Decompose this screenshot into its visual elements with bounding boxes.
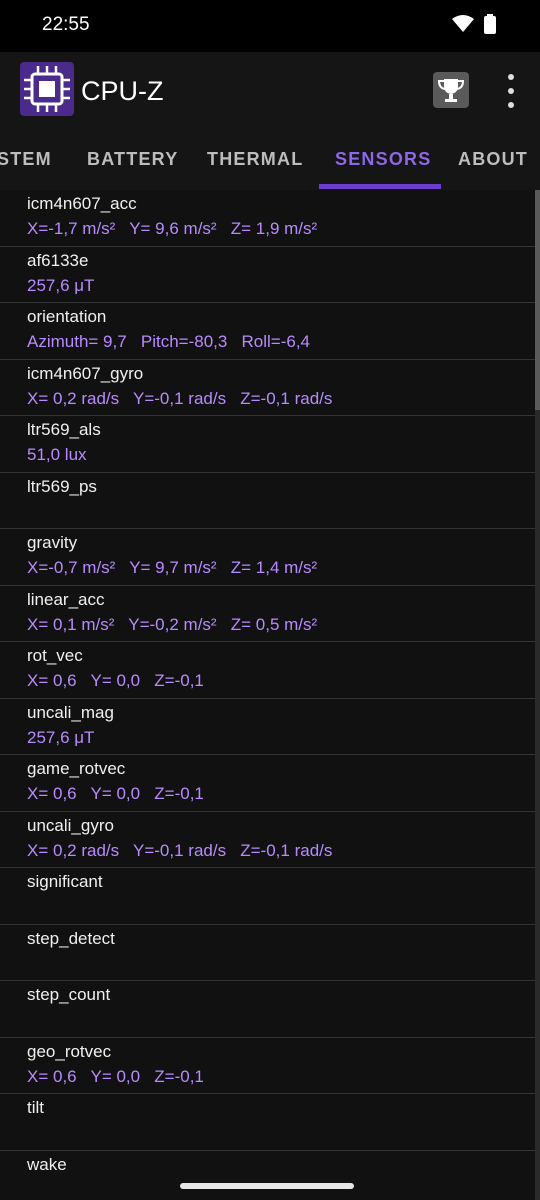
sensor-row: linear_acc X= 0,1 m/s² Y=-0,2 m/s² Z= 0,5… <box>0 586 540 642</box>
cpu-chip-icon <box>20 62 74 116</box>
sensor-row: gravity X=-0,7 m/s² Y= 9,7 m/s² Z= 1,4 m/… <box>0 529 540 586</box>
sensor-value: X= 0,6 Y= 0,0 Z=-0,1 <box>27 1066 204 1086</box>
sensor-name: uncali_gyro <box>27 815 114 835</box>
battery-icon <box>484 14 496 39</box>
app-title: CPU-Z <box>81 76 164 106</box>
sensor-row: ltr569_ps <box>0 473 540 529</box>
sensor-row: icm4n607_gyro X= 0,2 rad/s Y=-0,1 rad/s Z… <box>0 360 540 416</box>
sensor-name: icm4n607_acc <box>27 194 137 213</box>
sensor-name: tilt <box>27 1098 44 1117</box>
sensor-name: linear_acc <box>27 589 105 609</box>
sensor-value: X= 0,6 Y= 0,0 Z=-0,1 <box>27 784 204 803</box>
active-tab-indicator <box>319 184 441 189</box>
app-bar: CPU-Z <box>0 52 540 130</box>
sensor-row: step_detect <box>0 925 540 981</box>
wifi-icon <box>452 15 474 38</box>
sensor-value: X=-0,7 m/s² Y= 9,7 m/s² Z= 1,4 m/s² <box>27 558 318 577</box>
sensor-value: X=-1,7 m/s² Y= 9,6 m/s² Z= 1,9 m/s² <box>27 219 318 238</box>
sensor-value: 51,0 lux <box>27 445 87 464</box>
sensor-name: step_detect <box>27 928 115 948</box>
sensor-row: rot_vec X= 0,6 Y= 0,0 Z=-0,1 <box>0 642 540 699</box>
sensor-row: orientation Azimuth= 9,7 Pitch=-80,3 Roll… <box>0 303 540 360</box>
sensor-row: step_count <box>0 981 540 1038</box>
sensor-name: gravity <box>27 533 78 552</box>
sensor-value: X= 0,2 rad/s Y=-0,1 rad/s Z=-0,1 rad/s <box>27 840 333 860</box>
status-icons <box>452 14 496 39</box>
status-time: 22:55 <box>42 14 90 35</box>
trophy-icon[interactable] <box>433 72 469 108</box>
sensor-name: geo_rotvec <box>27 1041 112 1061</box>
sensor-name: wake <box>27 1154 67 1174</box>
sensor-name: ltr569_als <box>27 420 101 439</box>
sensor-row: geo_rotvec X= 0,6 Y= 0,0 Z=-0,1 <box>0 1038 540 1094</box>
tab-system[interactable]: STEM <box>0 149 52 170</box>
sensor-name: uncali_mag <box>27 702 114 722</box>
sensor-value: Azimuth= 9,7 Pitch=-80,3 Roll=-6,4 <box>27 332 311 351</box>
sensor-list[interactable]: icm4n607_acc X=-1,7 m/s² Y= 9,6 m/s² Z= 1… <box>0 190 540 1200</box>
tab-battery[interactable]: BATTERY <box>87 149 178 170</box>
sensor-row: icm4n607_acc X=-1,7 m/s² Y= 9,6 m/s² Z= 1… <box>0 190 540 247</box>
sensor-name: af6133e <box>27 250 89 270</box>
tab-bar: STEM BATTERY THERMAL SENSORS ABOUT <box>0 130 540 190</box>
sensor-value: X= 0,6 Y= 0,0 Z=-0,1 <box>27 671 204 690</box>
tab-thermal[interactable]: THERMAL <box>207 149 303 170</box>
sensor-name: significant <box>27 872 103 891</box>
sensor-name: rot_vec <box>27 646 83 665</box>
sensor-row: wake <box>0 1151 540 1200</box>
status-bar: 22:55 <box>0 0 540 52</box>
overflow-menu-icon[interactable] <box>496 74 526 108</box>
sensor-row: af6133e 257,6 μT <box>0 247 540 303</box>
gesture-nav-handle[interactable] <box>180 1183 354 1189</box>
sensor-row: tilt <box>0 1094 540 1151</box>
sensor-row: game_rotvec X= 0,6 Y= 0,0 Z=-0,1 <box>0 755 540 812</box>
scrollbar-thumb[interactable] <box>535 190 540 410</box>
tab-sensors[interactable]: SENSORS <box>335 149 431 170</box>
tab-about[interactable]: ABOUT <box>458 149 528 170</box>
sensor-name: icm4n607_gyro <box>27 363 144 383</box>
sensor-name: orientation <box>27 307 107 326</box>
sensor-value: 257,6 μT <box>27 275 95 295</box>
sensor-value: 257,6 μT <box>27 727 95 747</box>
sensor-row: significant <box>0 868 540 925</box>
sensor-name: step_count <box>27 985 111 1004</box>
sensor-name: ltr569_ps <box>27 476 97 496</box>
sensor-name: game_rotvec <box>27 759 126 778</box>
sensor-row: ltr569_als 51,0 lux <box>0 416 540 473</box>
sensor-value: X= 0,1 m/s² Y=-0,2 m/s² Z= 0,5 m/s² <box>27 614 318 634</box>
sensor-value: X= 0,2 rad/s Y=-0,1 rad/s Z=-0,1 rad/s <box>27 388 333 408</box>
sensor-row: uncali_gyro X= 0,2 rad/s Y=-0,1 rad/s Z=-… <box>0 812 540 868</box>
sensor-row: uncali_mag 257,6 μT <box>0 699 540 755</box>
